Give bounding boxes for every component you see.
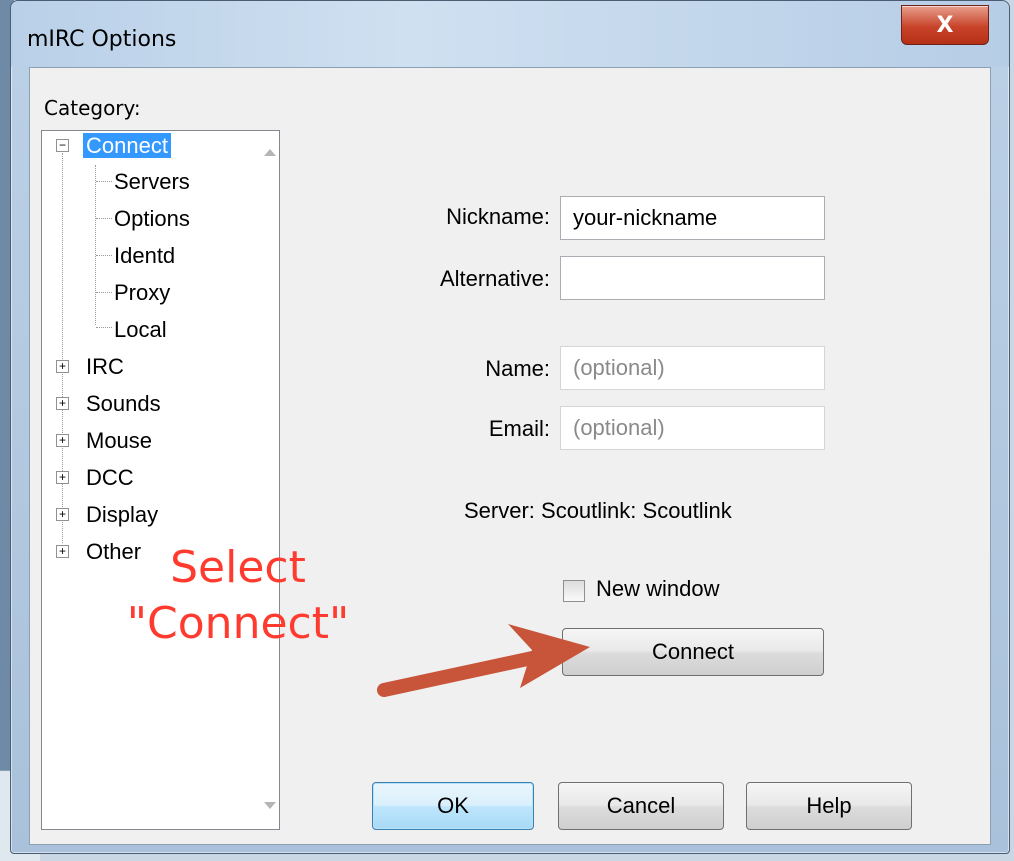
annotation-arrow-icon: [377, 624, 590, 697]
